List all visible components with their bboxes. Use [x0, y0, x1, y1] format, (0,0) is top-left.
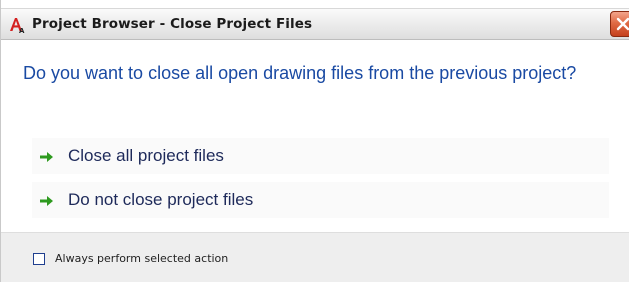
svg-text:A: A: [19, 27, 25, 34]
do-not-close-project-files-option[interactable]: Do not close project files: [32, 182, 609, 218]
green-arrow-icon: [40, 150, 54, 162]
close-all-project-files-option[interactable]: Close all project files: [32, 138, 609, 174]
option-label: Do not close project files: [68, 190, 254, 209]
autocad-letter-a-icon: A: [8, 16, 26, 35]
option-label: Close all project files: [68, 146, 224, 165]
title-bar[interactable]: A Project Browser - Close Project Files: [1, 8, 629, 40]
close-project-files-dialog: A Project Browser - Close Project Files …: [0, 0, 629, 282]
always-perform-checkbox[interactable]: [33, 253, 45, 265]
window-title: Project Browser - Close Project Files: [32, 16, 313, 32]
always-perform-label[interactable]: Always perform selected action: [55, 252, 228, 265]
close-button[interactable]: [610, 11, 629, 37]
dialog-footer: Always perform selected action: [1, 232, 629, 282]
green-arrow-icon: [40, 194, 54, 206]
question-text: Do you want to close all open drawing fi…: [23, 63, 577, 83]
